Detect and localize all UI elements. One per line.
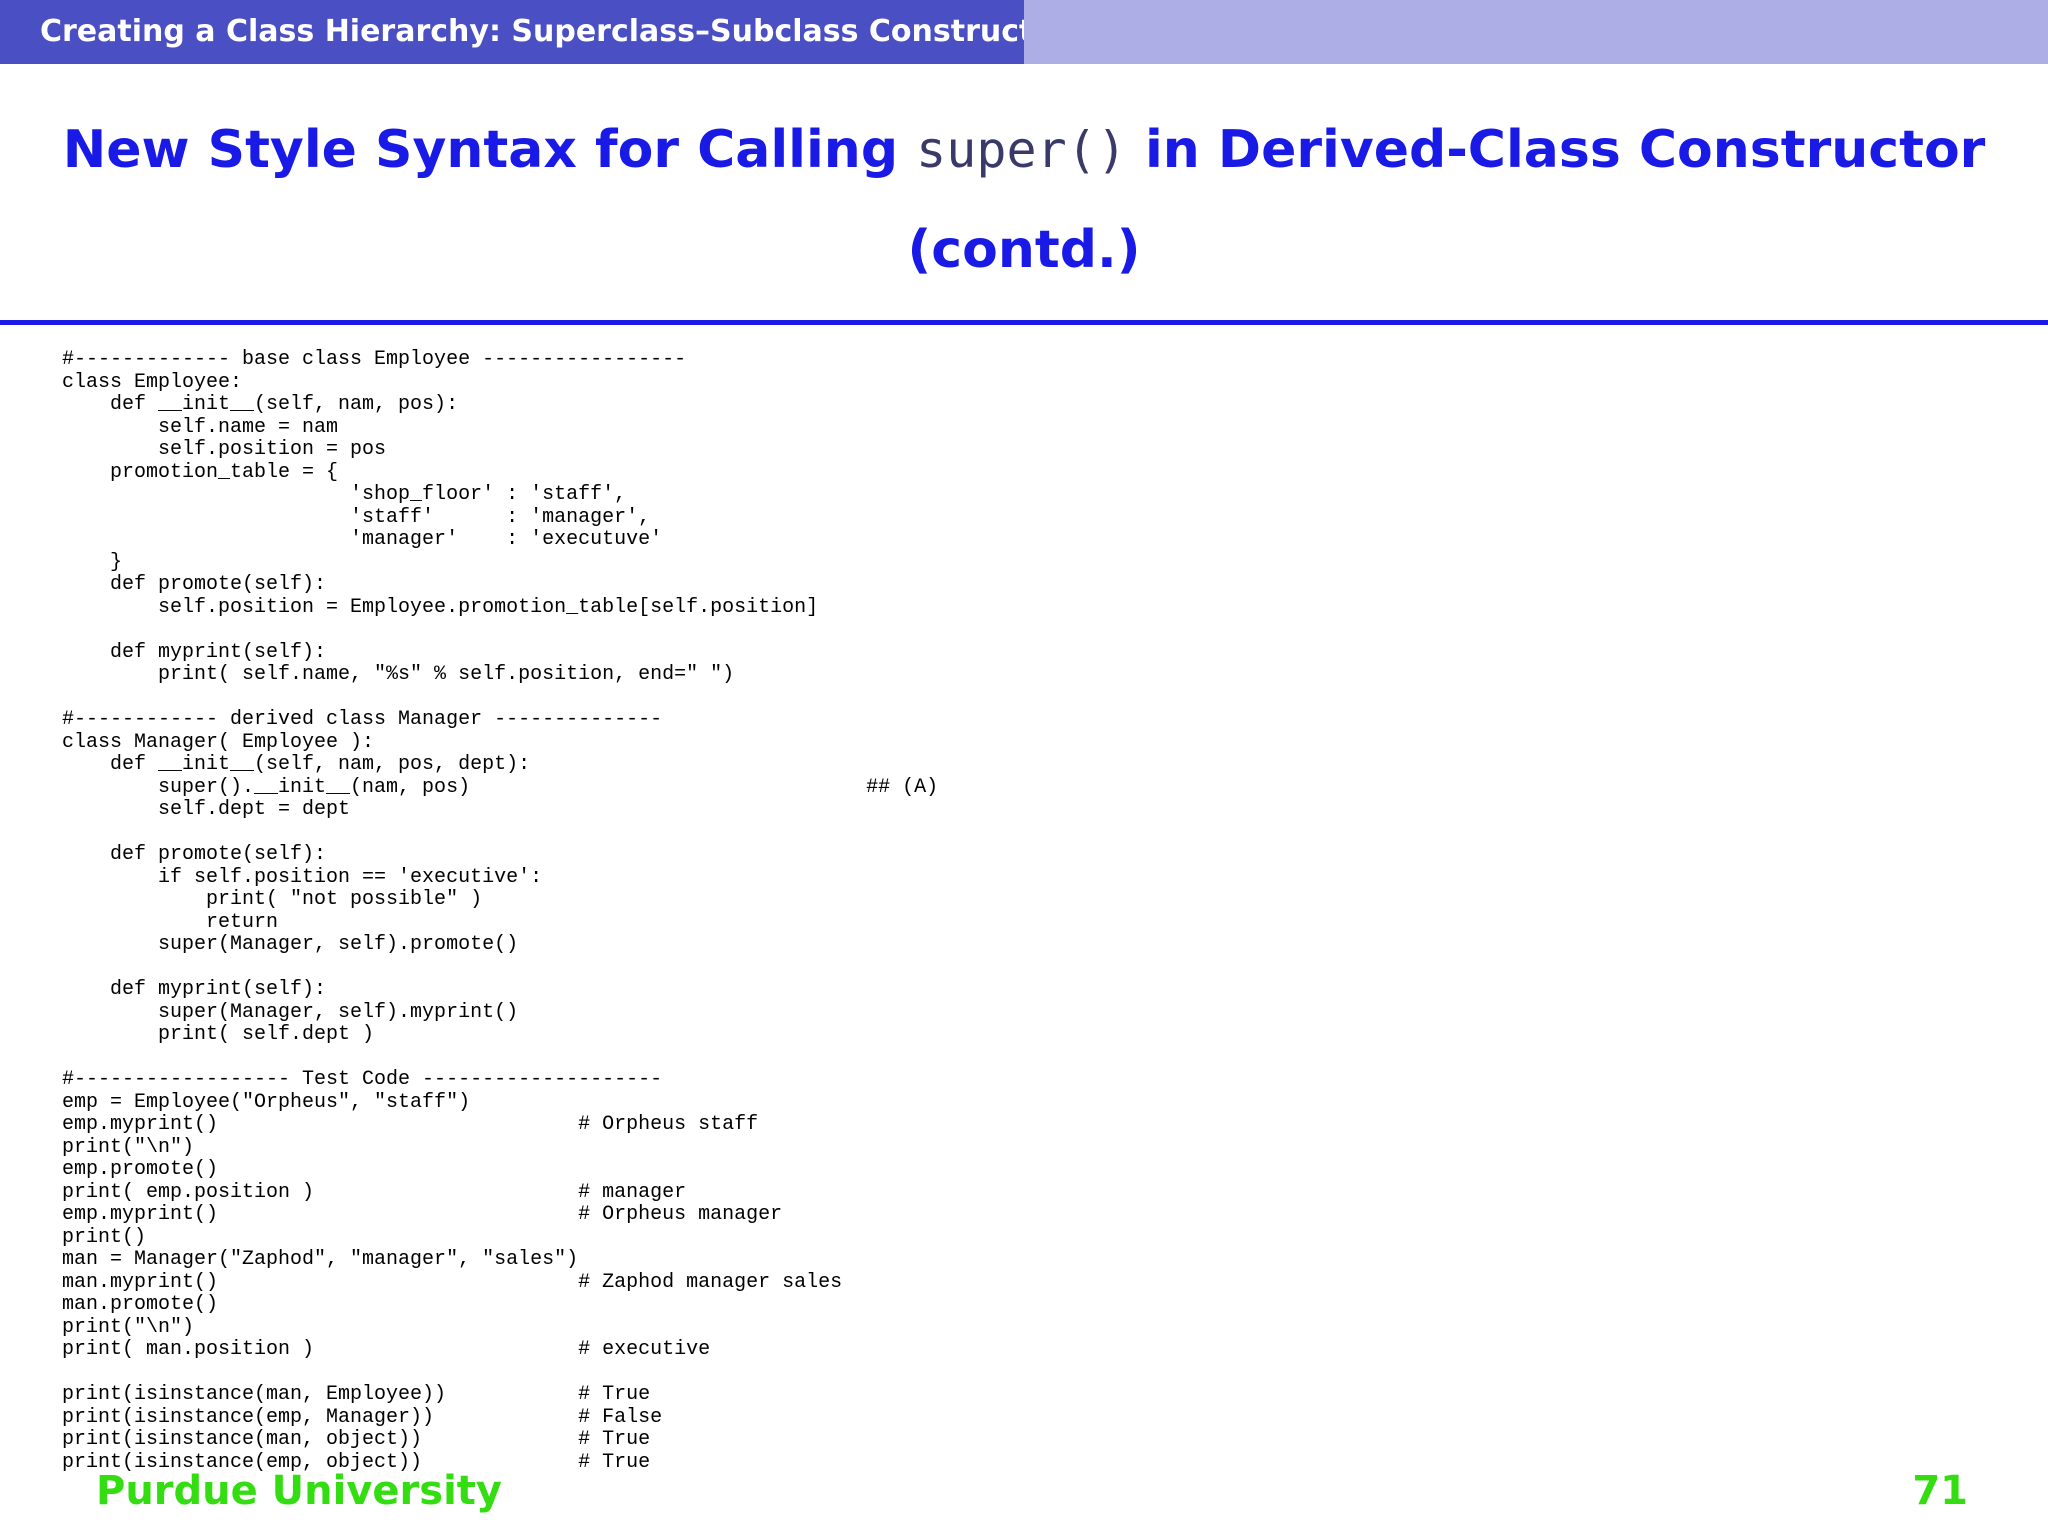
section-title: Creating a Class Hierarchy: Superclass–S…	[0, 0, 1024, 64]
slide-title-line2: (contd.)	[907, 220, 1141, 280]
footer-institution: Purdue University	[96, 1468, 502, 1514]
title-divider	[0, 320, 2048, 325]
header-bar: Creating a Class Hierarchy: Superclass–S…	[0, 0, 2048, 64]
code-listing: #------------- base class Employee -----…	[62, 348, 939, 1474]
title-text-part2: in Derived-Class Constructor	[1126, 120, 1986, 180]
slide-title: New Style Syntax for Calling super() in …	[0, 100, 2048, 300]
header-bar-fill	[1024, 0, 2048, 64]
title-text-part1: New Style Syntax for Calling	[62, 120, 917, 180]
slide-title-line1: New Style Syntax for Calling super() in …	[0, 100, 2048, 200]
title-code: super()	[916, 121, 1127, 179]
page-number: 71	[1912, 1468, 1968, 1514]
